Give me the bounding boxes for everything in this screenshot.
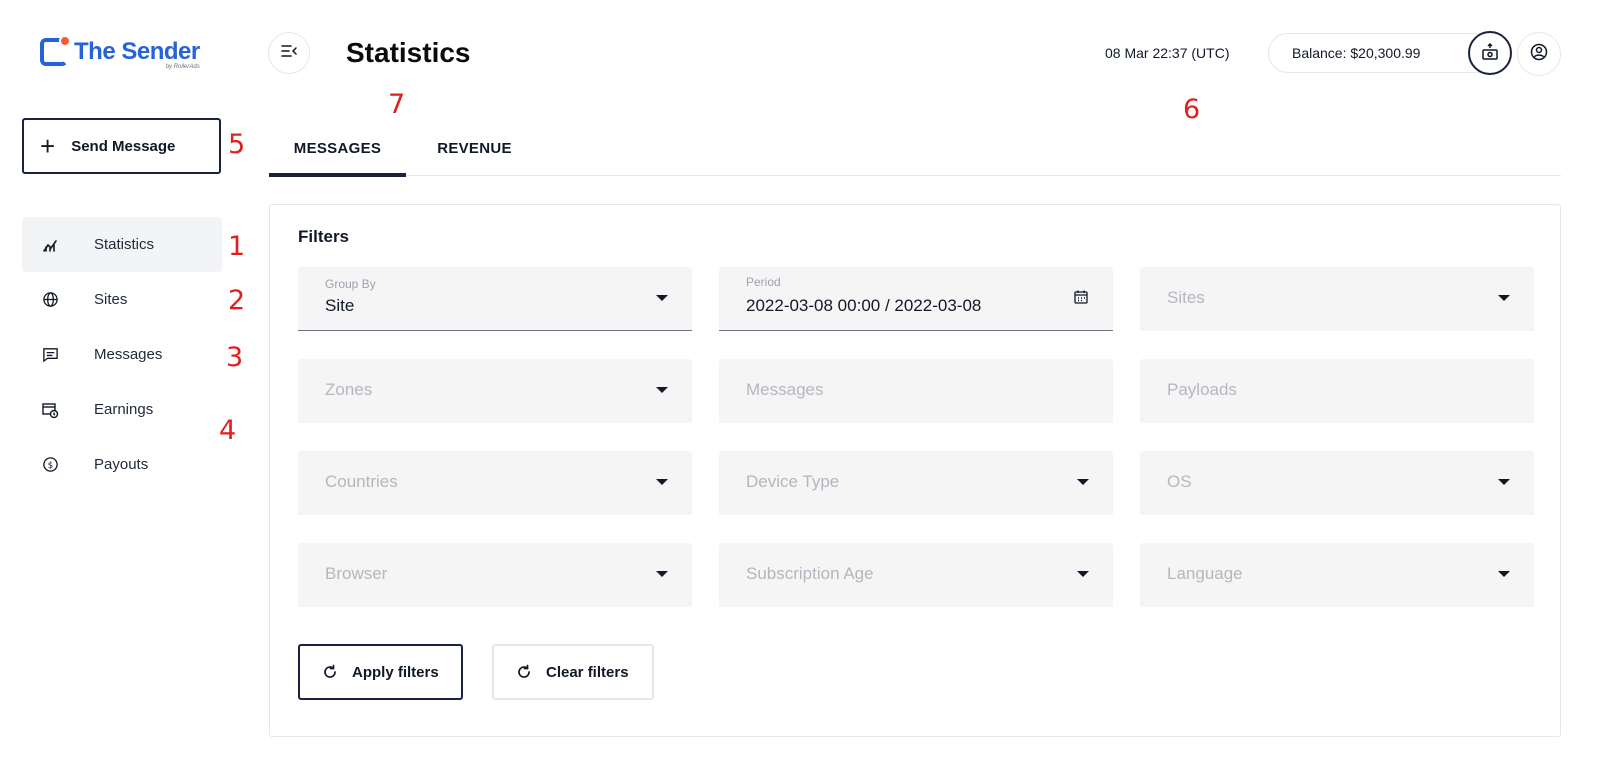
apply-filters-label: Apply filters [352, 663, 439, 681]
os-placeholder: OS [1167, 472, 1192, 491]
sidebar-item-statistics[interactable]: Statistics [22, 217, 222, 272]
refresh-icon [516, 664, 532, 680]
sites-select[interactable]: Sites [1140, 267, 1534, 331]
sidebar-item-sites[interactable]: Sites [22, 272, 222, 327]
caret-down-icon [656, 479, 668, 485]
annotation-5: 5 [228, 129, 246, 160]
logo-icon [40, 35, 71, 66]
tab-revenue[interactable]: REVENUE [406, 120, 543, 176]
tab-messages[interactable]: MESSAGES [269, 120, 406, 177]
payloads-placeholder: Payloads [1167, 380, 1237, 399]
caret-down-icon [1498, 571, 1510, 577]
brand-name: The Sender [74, 38, 200, 65]
browser-select[interactable]: Browser [298, 543, 692, 607]
plus-icon: + [40, 131, 56, 161]
annotation-7: 7 [388, 89, 406, 120]
filters-title: Filters [298, 227, 350, 246]
user-profile-button[interactable] [1517, 32, 1561, 76]
svg-text:$: $ [47, 461, 52, 471]
send-message-button[interactable]: + Send Message [22, 118, 221, 174]
globe-icon [40, 290, 60, 310]
balance-text: Balance: $20,300.99 [1292, 45, 1421, 61]
sidebar-item-payouts[interactable]: $ Payouts [22, 437, 222, 492]
caret-down-icon [1498, 295, 1510, 301]
sidebar-item-label: Statistics [94, 236, 155, 253]
clear-filters-button[interactable]: Clear filters [492, 644, 654, 700]
sidebar-item-label: Earnings [94, 401, 154, 418]
language-select[interactable]: Language [1140, 543, 1534, 607]
clear-filters-label: Clear filters [546, 663, 629, 681]
zones-placeholder: Zones [325, 380, 373, 399]
os-select[interactable]: OS [1140, 451, 1534, 515]
utc-clock: 08 Mar 22:37 (UTC) [1105, 45, 1230, 61]
earnings-icon [40, 400, 60, 420]
send-message-label: Send Message [71, 137, 176, 155]
subscription-age-placeholder: Subscription Age [746, 564, 874, 583]
annotation-6: 6 [1183, 94, 1201, 125]
messages-placeholder: Messages [746, 380, 824, 399]
device-type-placeholder: Device Type [746, 472, 840, 491]
countries-placeholder: Countries [325, 472, 398, 491]
payloads-input[interactable]: Payloads [1140, 359, 1534, 423]
caret-down-icon [656, 387, 668, 393]
menu-collapse-icon [281, 44, 297, 63]
subscription-age-select[interactable]: Subscription Age [719, 543, 1113, 607]
group-by-select[interactable]: Group By Site [298, 267, 692, 331]
group-by-value: Site [325, 296, 355, 315]
annotation-1: 1 [228, 231, 246, 262]
annotation-2: 2 [228, 285, 246, 316]
sites-placeholder: Sites [1167, 288, 1205, 307]
user-icon [1530, 43, 1548, 66]
refresh-icon [322, 664, 338, 680]
browser-placeholder: Browser [325, 564, 388, 583]
page-title: Statistics [346, 37, 471, 68]
collapse-sidebar-button[interactable] [268, 32, 310, 74]
wallet-icon [1481, 42, 1499, 64]
messages-input[interactable]: Messages [719, 359, 1113, 423]
countries-select[interactable]: Countries [298, 451, 692, 515]
caret-down-icon [1077, 479, 1089, 485]
brand-logo[interactable]: The Sender by RollerAds [40, 35, 200, 70]
sidebar-item-earnings[interactable]: Earnings [22, 382, 222, 437]
sidebar-nav: Statistics Sites Messages Earnings $ Pay… [22, 217, 222, 492]
period-value: 2022-03-08 00:00 / 2022-03-08 [746, 296, 982, 315]
language-placeholder: Language [1167, 564, 1243, 583]
brand-subtitle: by RollerAds [165, 64, 200, 70]
apply-filters-button[interactable]: Apply filters [298, 644, 463, 700]
filters-panel: Filters Group By Site Period 2022-03-08 … [269, 204, 1561, 737]
caret-down-icon [1077, 571, 1089, 577]
statistics-tabs: MESSAGES REVENUE [269, 120, 1561, 177]
sidebar-item-label: Messages [94, 346, 163, 363]
sidebar-item-label: Payouts [94, 456, 149, 473]
period-picker[interactable]: Period 2022-03-08 00:00 / 2022-03-08 [719, 267, 1113, 331]
chart-icon [40, 235, 60, 255]
dollar-icon: $ [40, 455, 60, 475]
sidebar-item-messages[interactable]: Messages [22, 327, 222, 382]
period-label: Period [746, 275, 781, 289]
caret-down-icon [1498, 479, 1510, 485]
annotation-4: 4 [219, 415, 237, 446]
device-type-select[interactable]: Device Type [719, 451, 1113, 515]
caret-down-icon [656, 295, 668, 301]
zones-select[interactable]: Zones [298, 359, 692, 423]
annotation-3: 3 [226, 342, 244, 373]
sidebar-item-label: Sites [94, 291, 128, 308]
group-by-label: Group By [325, 277, 376, 291]
withdraw-button[interactable] [1468, 31, 1512, 75]
caret-down-icon [656, 571, 668, 577]
message-icon [40, 345, 60, 365]
calendar-icon[interactable] [1073, 289, 1089, 310]
balance-pill: Balance: $20,300.99 [1268, 31, 1512, 75]
